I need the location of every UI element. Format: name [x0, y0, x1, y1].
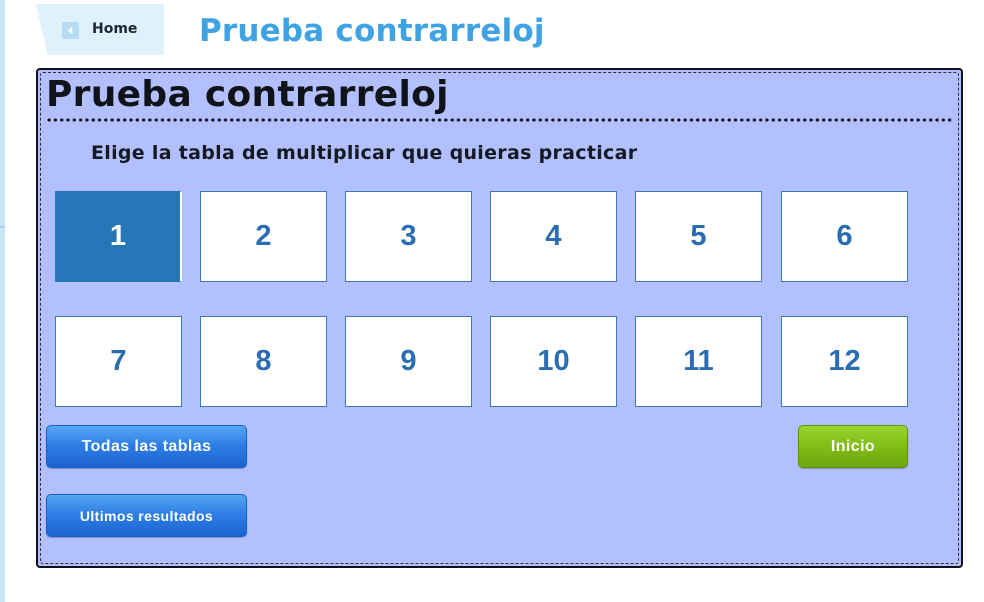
- chevron-left-icon: [62, 22, 79, 39]
- table-tile-8[interactable]: 8: [200, 316, 327, 407]
- all-tables-button[interactable]: Todas las tablas: [46, 425, 247, 468]
- home-button[interactable]: Home: [36, 4, 164, 55]
- last-results-button[interactable]: Ultimos resultados: [46, 494, 247, 537]
- table-tile-9[interactable]: 9: [345, 316, 472, 407]
- table-tile-11[interactable]: 11: [635, 316, 762, 407]
- all-tables-label: Todas las tablas: [81, 437, 212, 455]
- panel-title: Prueba contrarreloj: [46, 74, 449, 115]
- table-tile-12[interactable]: 12: [781, 316, 908, 407]
- table-tile-1[interactable]: 1: [55, 191, 182, 282]
- table-tile-7[interactable]: 7: [55, 316, 182, 407]
- table-tile-2[interactable]: 2: [200, 191, 327, 282]
- table-tile-3[interactable]: 3: [345, 191, 472, 282]
- start-button[interactable]: Inicio: [798, 425, 908, 468]
- instruction-text: Elige la tabla de multiplicar que quiera…: [91, 142, 638, 164]
- page-title: Prueba contrarreloj: [199, 13, 545, 49]
- left-rail: [0, 0, 5, 602]
- table-tile-6[interactable]: 6: [781, 191, 908, 282]
- left-rail-divider: [0, 226, 5, 228]
- table-tile-5[interactable]: 5: [635, 191, 762, 282]
- start-label: Inicio: [830, 437, 876, 455]
- title-dotted-divider: [46, 118, 953, 122]
- last-results-label: Ultimos resultados: [79, 507, 214, 524]
- quiz-panel: Prueba contrarreloj Elige la tabla de mu…: [36, 68, 963, 568]
- table-tile-4[interactable]: 4: [490, 191, 617, 282]
- home-label: Home: [92, 21, 138, 37]
- table-tile-10[interactable]: 10: [490, 316, 617, 407]
